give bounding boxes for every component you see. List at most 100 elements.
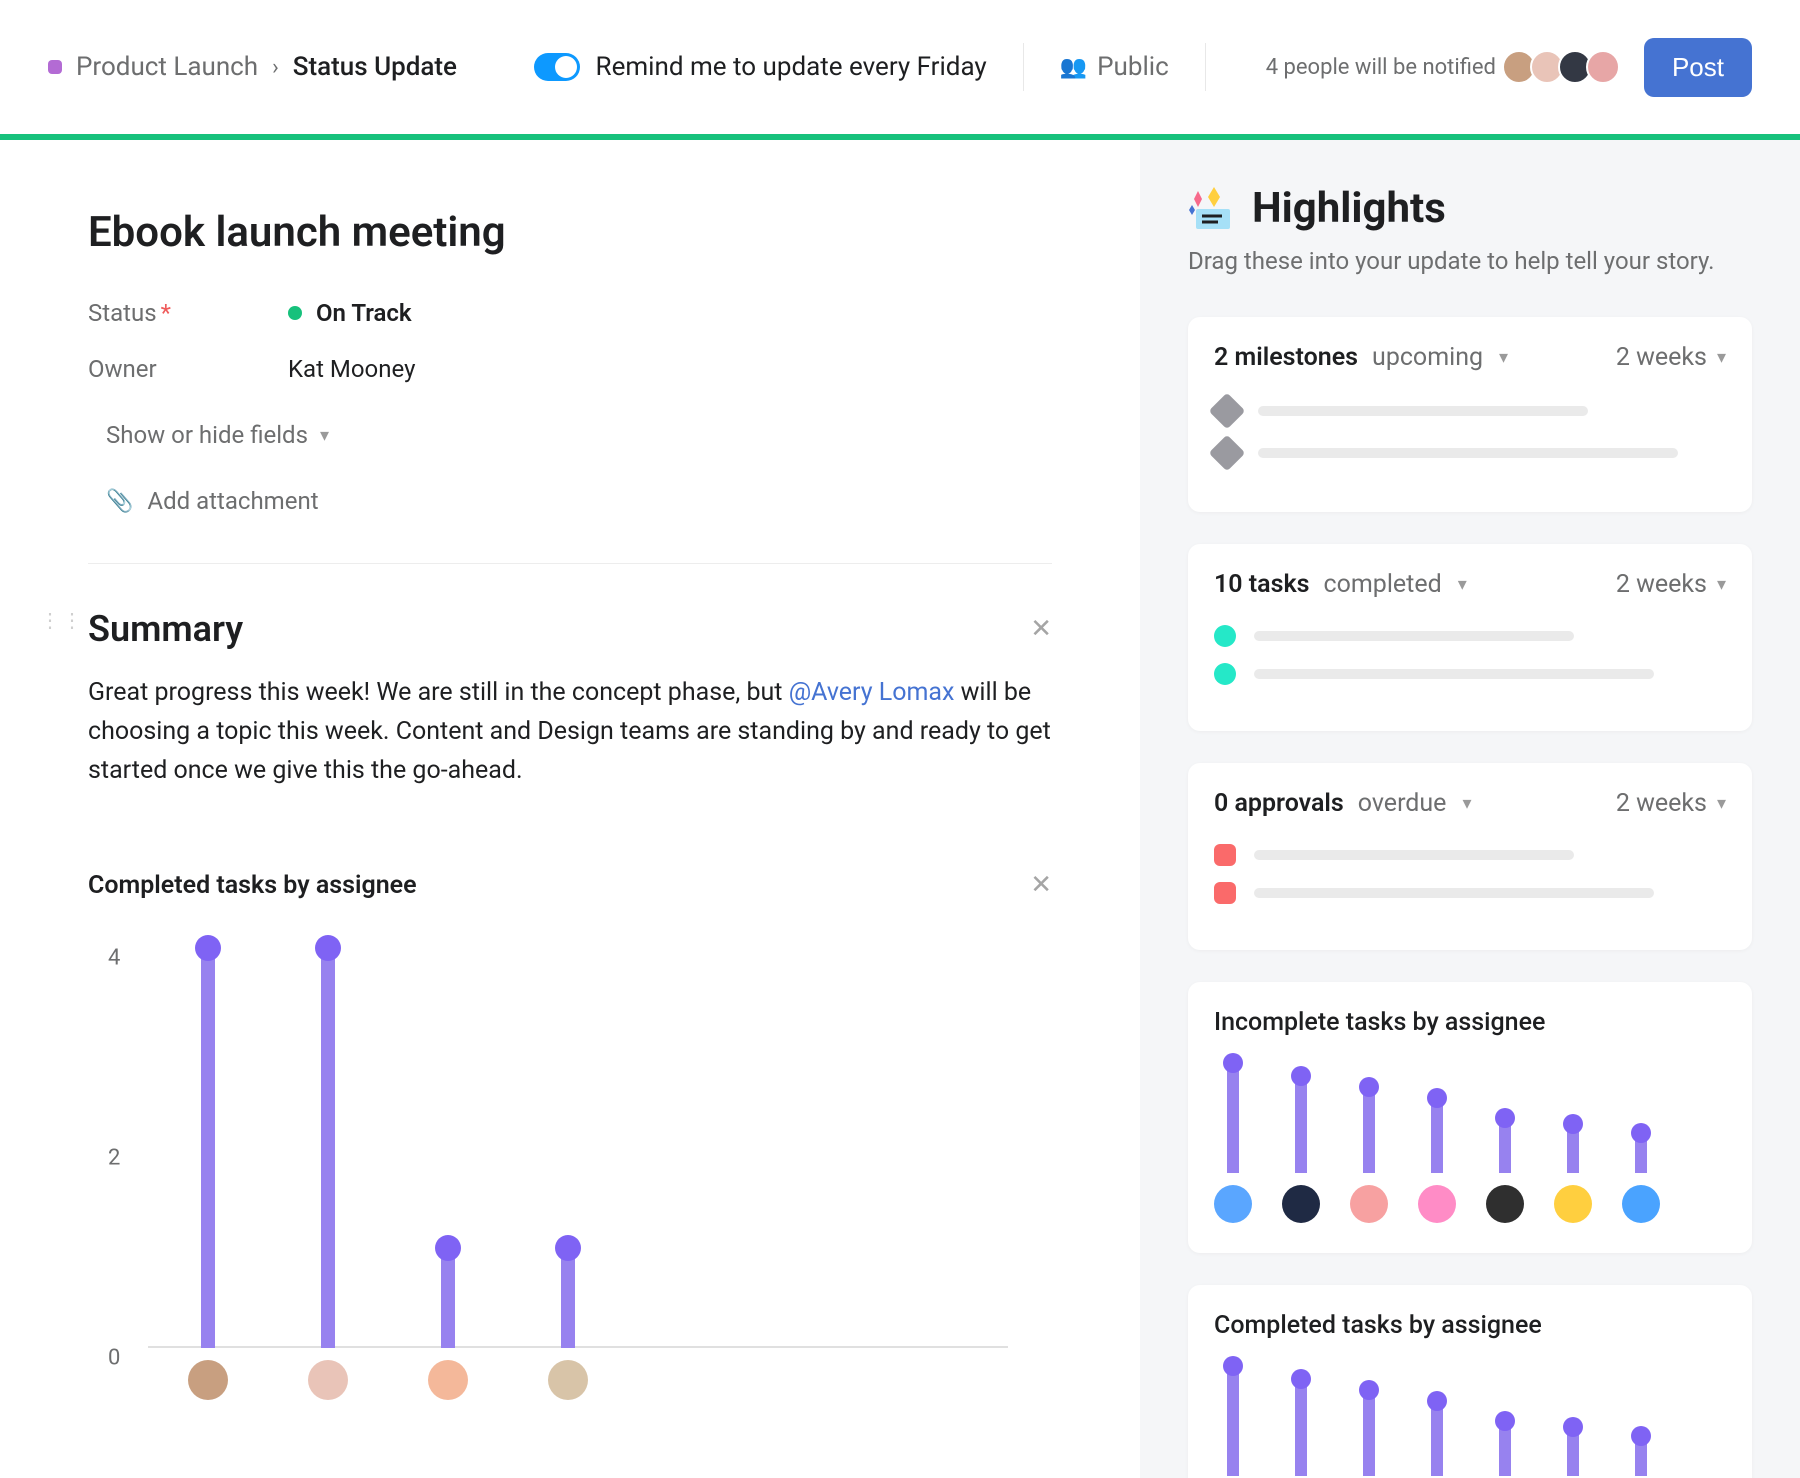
card-range[interactable]: 2 weeks ▾ — [1616, 789, 1726, 818]
highlight-chart-card[interactable]: Incomplete tasks by assignee — [1188, 982, 1752, 1253]
status-value[interactable]: On Track — [316, 299, 412, 327]
placeholder-bar — [1258, 406, 1588, 416]
mini-chart-dot — [1563, 1114, 1583, 1134]
mini-chart-bar[interactable] — [1431, 1401, 1443, 1476]
summary-title: Summary — [88, 608, 1030, 650]
chart-bar[interactable] — [321, 948, 335, 1348]
mini-chart-dot — [1223, 1053, 1243, 1073]
remove-chart-button[interactable]: ✕ — [1030, 870, 1052, 900]
user-mention[interactable]: @Avery Lomax — [789, 678, 955, 707]
card-item-row — [1214, 625, 1726, 647]
mini-chart-bar[interactable] — [1363, 1087, 1375, 1173]
card-item-row — [1214, 398, 1726, 424]
card-item-row — [1214, 440, 1726, 466]
page-title[interactable]: Ebook launch meeting — [88, 208, 1052, 257]
highlight-card[interactable]: 0 approvals overdue ▾ 2 weeks ▾ — [1188, 763, 1752, 950]
card-range[interactable]: 2 weeks ▾ — [1616, 343, 1726, 372]
chevron-right-icon: › — [272, 55, 279, 80]
add-attachment[interactable]: 📎 Add attachment — [106, 487, 1052, 515]
chart-bars — [148, 948, 1008, 1348]
notified-avatars[interactable] — [1508, 50, 1620, 84]
card-count: 10 tasks — [1214, 570, 1310, 599]
mini-chart-bar[interactable] — [1635, 1436, 1647, 1476]
avatar[interactable] — [1486, 1185, 1524, 1223]
mini-chart-bar[interactable] — [1227, 1063, 1239, 1173]
people-icon: 👥 — [1060, 55, 1087, 80]
avatar[interactable] — [1282, 1185, 1320, 1223]
card-item-row — [1214, 882, 1726, 904]
post-button[interactable]: Post — [1644, 38, 1752, 97]
summary-text[interactable]: Great progress this week! We are still i… — [88, 674, 1052, 790]
mini-chart-dot — [1495, 1108, 1515, 1128]
avatar[interactable] — [1418, 1185, 1456, 1223]
y-tick: 4 — [108, 946, 120, 971]
avatar[interactable] — [1622, 1185, 1660, 1223]
mini-chart-bar[interactable] — [1635, 1133, 1647, 1173]
y-tick: 2 — [108, 1146, 120, 1171]
y-tick: 0 — [108, 1346, 120, 1371]
drag-handle-icon[interactable]: ⋮⋮ — [40, 608, 84, 632]
chevron-down-icon: ▾ — [1462, 793, 1471, 814]
highlight-chart-card[interactable]: Completed tasks by assignee — [1188, 1285, 1752, 1478]
mini-chart-bar[interactable] — [1499, 1118, 1511, 1173]
mini-chart-bar[interactable] — [1295, 1076, 1307, 1173]
circle-icon — [1214, 625, 1236, 647]
highlight-card[interactable]: 2 milestones upcoming ▾ 2 weeks ▾ — [1188, 317, 1752, 512]
avatar[interactable] — [1350, 1185, 1388, 1223]
visibility[interactable]: 👥 Public — [1060, 52, 1169, 82]
mini-chart-bar[interactable] — [1363, 1390, 1375, 1476]
avatar[interactable] — [188, 1360, 228, 1400]
remind-toggle-row: Remind me to update every Friday — [534, 52, 987, 82]
chart-bar[interactable] — [561, 1248, 575, 1348]
chart-x-avatars — [148, 1360, 1008, 1400]
remind-toggle[interactable] — [534, 53, 580, 81]
mini-chart-dot — [1223, 1356, 1243, 1376]
card-state[interactable]: completed — [1324, 570, 1442, 599]
avatar[interactable] — [548, 1360, 588, 1400]
chart-header: Completed tasks by assignee ✕ — [88, 870, 1052, 900]
mini-chart-bar[interactable] — [1227, 1366, 1239, 1476]
divider — [88, 563, 1052, 564]
topbar: Product Launch › Status Update Remind me… — [0, 0, 1800, 140]
mini-chart-bar[interactable] — [1431, 1098, 1443, 1173]
mini-chart-bar[interactable] — [1499, 1421, 1511, 1476]
avatar[interactable] — [308, 1360, 348, 1400]
avatar[interactable] — [1554, 1185, 1592, 1223]
divider — [1205, 43, 1206, 91]
mini-chart-bar[interactable] — [1567, 1124, 1579, 1174]
avatar[interactable] — [428, 1360, 468, 1400]
status-dot-icon — [288, 306, 302, 320]
highlights-header: Highlights — [1188, 184, 1752, 233]
remove-summary-button[interactable]: ✕ — [1030, 614, 1052, 644]
breadcrumb-project[interactable]: Product Launch — [76, 52, 258, 82]
breadcrumb-page: Status Update — [293, 52, 457, 82]
owner-label: Owner — [88, 355, 288, 383]
circle-icon — [1214, 663, 1236, 685]
highlight-card[interactable]: 10 tasks completed ▾ 2 weeks ▾ — [1188, 544, 1752, 731]
card-range[interactable]: 2 weeks ▾ — [1616, 570, 1726, 599]
placeholder-bar — [1254, 888, 1654, 898]
mini-chart — [1214, 1063, 1726, 1223]
mini-chart-title: Completed tasks by assignee — [1214, 1311, 1726, 1340]
mini-chart-bar[interactable] — [1567, 1427, 1579, 1477]
divider — [1023, 43, 1024, 91]
mini-chart-dot — [1631, 1123, 1651, 1143]
placeholder-bar — [1258, 448, 1678, 458]
show-hide-fields[interactable]: Show or hide fields ▾ — [106, 421, 1052, 449]
mini-chart-dot — [1291, 1369, 1311, 1389]
card-state[interactable]: overdue — [1358, 789, 1447, 818]
chart-bar[interactable] — [441, 1248, 455, 1348]
diamond-icon — [1209, 435, 1246, 472]
mini-chart-dot — [1563, 1417, 1583, 1437]
mini-chart-bar[interactable] — [1295, 1379, 1307, 1476]
project-color-dot — [48, 60, 62, 74]
mini-chart-dot — [1427, 1391, 1447, 1411]
chevron-down-icon: ▾ — [1458, 574, 1467, 595]
avatar[interactable] — [1586, 50, 1620, 84]
owner-value[interactable]: Kat Mooney — [288, 355, 415, 383]
avatar[interactable] — [1214, 1185, 1252, 1223]
chart-bar[interactable] — [201, 948, 215, 1348]
mini-chart — [1214, 1366, 1726, 1478]
mini-chart-dot — [1631, 1426, 1651, 1446]
card-state[interactable]: upcoming — [1372, 343, 1483, 372]
